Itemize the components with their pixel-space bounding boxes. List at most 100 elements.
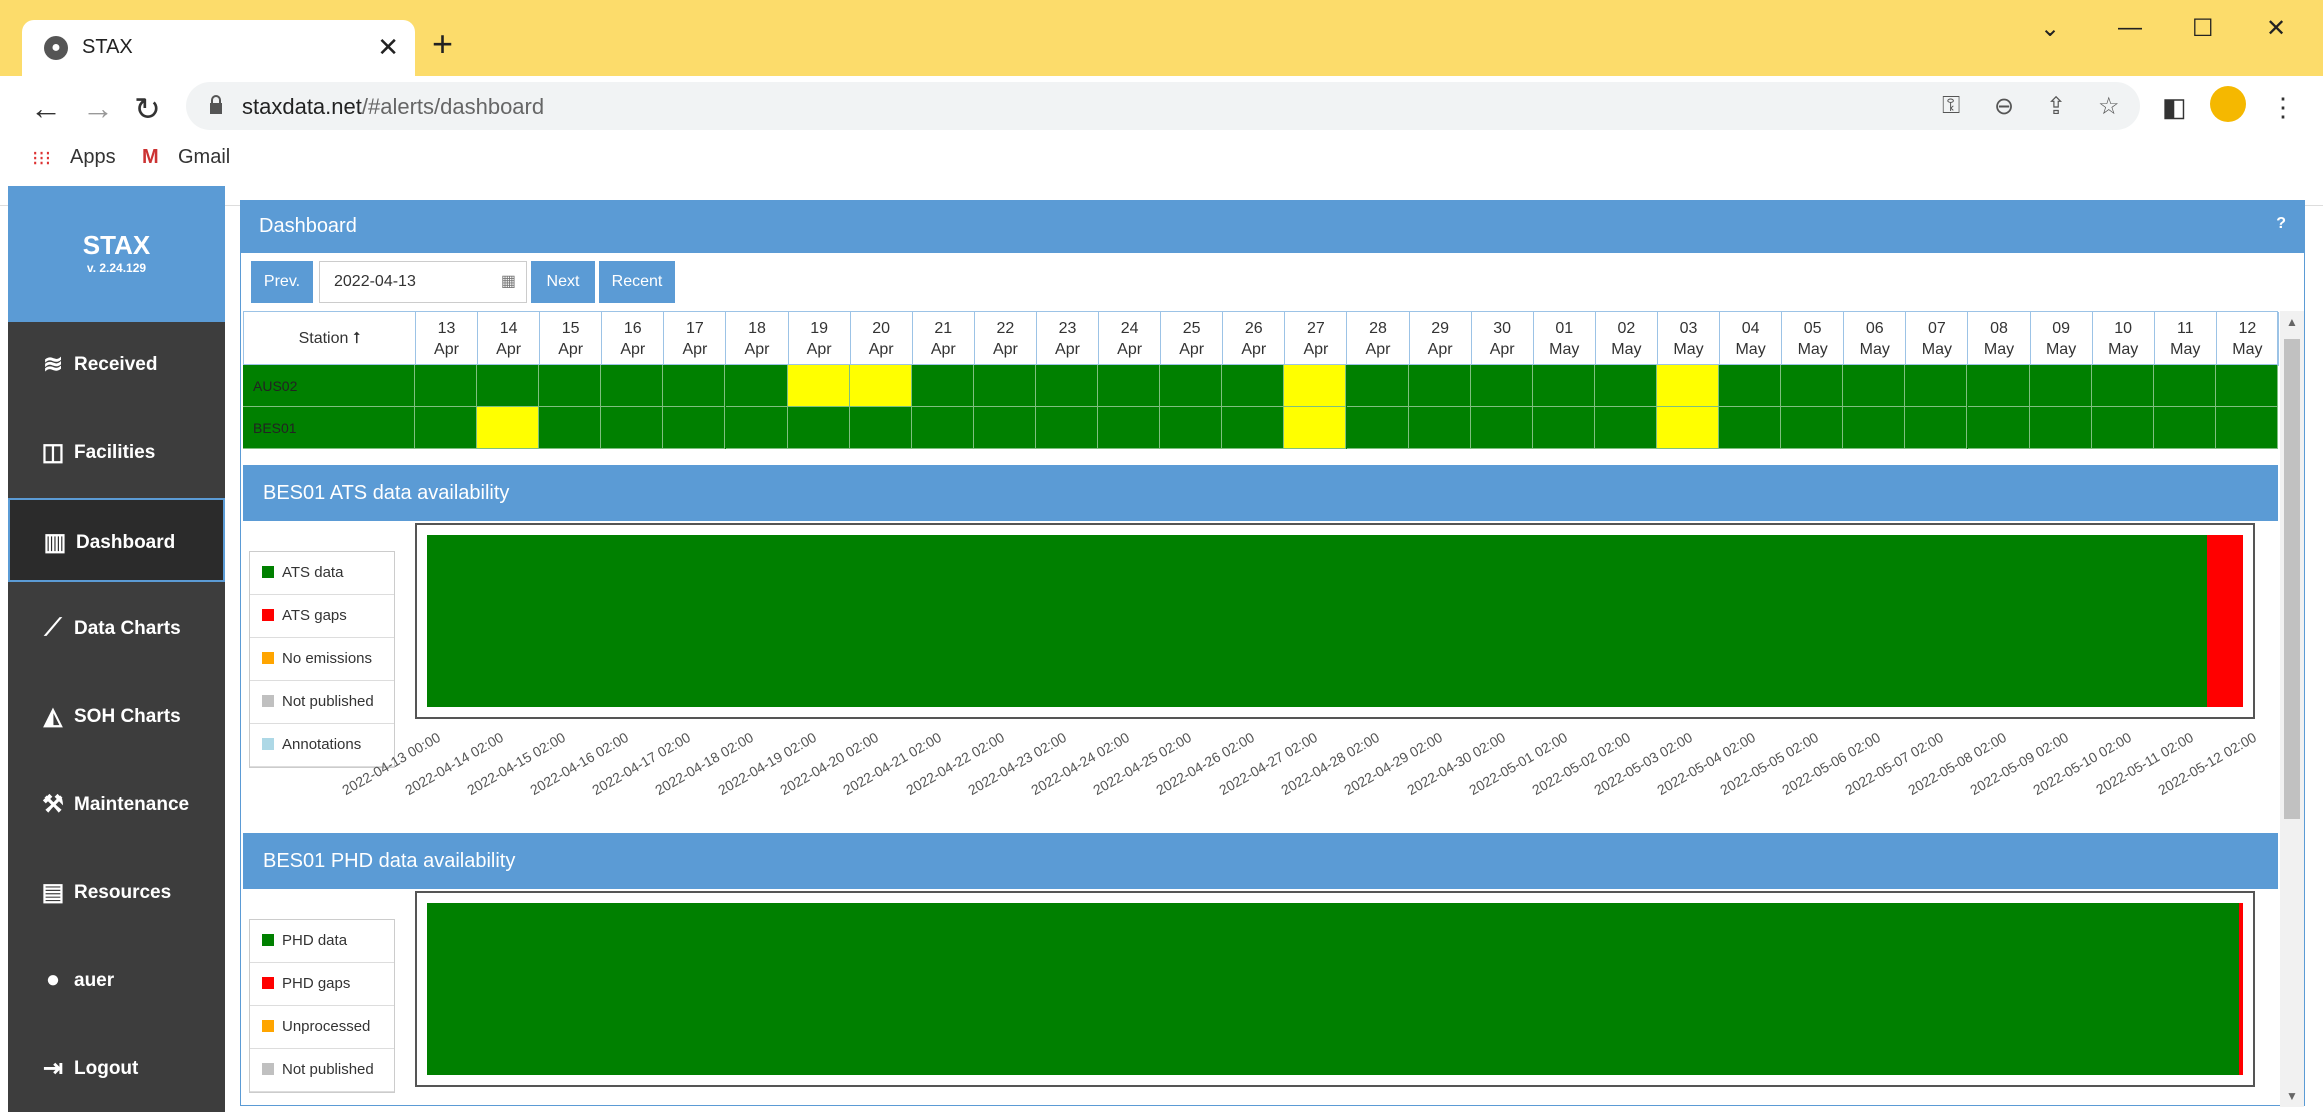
vertical-scrollbar[interactable]: ▲ ▼ [2280,311,2304,1107]
status-cell[interactable] [1967,365,2030,407]
status-cell[interactable] [1657,407,1719,449]
calendar-icon[interactable]: ▦ [501,262,516,302]
status-cell[interactable] [2091,407,2154,449]
date-input[interactable]: 2022-04-13 ▦ [319,261,527,303]
status-cell[interactable] [2029,365,2092,407]
status-cell[interactable] [2215,365,2278,407]
status-cell[interactable] [973,407,1036,449]
status-cell[interactable] [1781,365,1844,407]
bookmark-gmail[interactable]: Gmail [178,146,230,169]
status-cell[interactable] [1594,365,1657,407]
sidebar-item-facilities[interactable]: ◫ Facilities [8,410,225,494]
sidebar-item-data-charts[interactable]: ⟋ Data Charts [8,586,225,670]
next-button[interactable]: Next [531,261,595,303]
sidebar-item-logout[interactable]: ⇥ Logout [8,1026,225,1110]
status-cell[interactable] [1036,407,1098,449]
status-cell[interactable] [663,407,726,449]
status-cell[interactable] [1284,407,1347,449]
status-cell[interactable] [1222,365,1285,407]
status-cell[interactable] [1470,407,1533,449]
status-cell[interactable] [1346,365,1409,407]
station-column-header[interactable]: Station ⭡ [244,312,416,366]
menu-icon[interactable]: ⋮ [2270,92,2296,123]
scroll-thumb[interactable] [2284,339,2300,819]
status-cell[interactable] [1843,407,1906,449]
status-cell[interactable] [601,365,664,407]
minimize-button[interactable]: — [2118,14,2142,42]
status-cell[interactable] [1098,407,1161,449]
legend-item[interactable]: Not published [250,681,394,724]
status-cell[interactable] [1098,365,1161,407]
legend-item[interactable]: Unprocessed [250,1006,394,1049]
recent-button[interactable]: Recent [599,261,675,303]
status-cell[interactable] [1719,407,1782,449]
status-cell[interactable] [1905,365,1968,407]
status-cell[interactable] [2029,407,2092,449]
status-cell[interactable] [1036,365,1098,407]
status-cell[interactable] [1470,365,1533,407]
back-icon[interactable]: ← [30,90,62,127]
status-cell[interactable] [1160,407,1223,449]
status-cell[interactable] [1532,407,1595,449]
status-cell[interactable] [849,407,912,449]
status-cell[interactable] [2091,365,2154,407]
status-cell[interactable] [539,407,602,449]
status-cell[interactable] [787,407,850,449]
status-cell[interactable] [477,407,540,449]
forward-icon[interactable]: → [82,90,114,127]
status-cell[interactable] [973,365,1036,407]
prev-button[interactable]: Prev. [251,261,313,303]
status-cell[interactable] [1160,365,1223,407]
legend-item[interactable]: ATS data [250,552,394,595]
legend-item[interactable]: No emissions [250,638,394,681]
status-cell[interactable] [1222,407,1285,449]
status-cell[interactable] [849,365,912,407]
status-cell[interactable] [2153,365,2216,407]
reload-icon[interactable]: ↻ [134,90,161,128]
close-window-button[interactable]: ✕ [2266,14,2286,43]
profile-avatar[interactable] [2210,86,2246,122]
sidebar-item-received[interactable]: ≋ Received [8,322,225,406]
status-cell[interactable] [1657,365,1719,407]
legend-item[interactable]: Not published [250,1049,394,1092]
maximize-button[interactable]: ☐ [2192,14,2214,43]
help-icon[interactable]: ? [2276,215,2286,233]
legend-item[interactable]: PHD data [250,920,394,963]
status-cell[interactable] [1408,365,1471,407]
new-tab-button[interactable]: + [432,26,453,62]
status-cell[interactable] [1408,407,1471,449]
status-cell[interactable] [415,407,477,449]
status-cell[interactable] [725,365,788,407]
station-name[interactable]: AUS02 [243,365,415,407]
share-icon[interactable]: ⇪ [2046,92,2066,121]
key-icon[interactable]: ⚿ [1942,92,1960,120]
status-cell[interactable] [539,365,602,407]
legend-item[interactable]: Annotations [250,724,394,767]
close-tab-icon[interactable]: ✕ [377,32,399,63]
status-cell[interactable] [2153,407,2216,449]
browser-tab[interactable]: ● STAX ✕ [22,20,415,76]
address-bar[interactable]: staxdata.net/#alerts/dashboard ⚿ ⊖ ⇪ ☆ [186,82,2140,130]
bookmark-apps[interactable]: Apps [70,146,116,169]
status-cell[interactable] [601,407,664,449]
status-cell[interactable] [1719,365,1782,407]
sidebar-item-resources[interactable]: ▤ Resources [8,850,225,934]
sidebar-item-soh-charts[interactable]: ◭ SOH Charts [8,674,225,758]
sidebar-item-maintenance[interactable]: ⚒ Maintenance [8,762,225,846]
status-cell[interactable] [1967,407,2030,449]
status-cell[interactable] [1843,365,1906,407]
status-cell[interactable] [2215,407,2278,449]
legend-item[interactable]: PHD gaps [250,963,394,1006]
status-cell[interactable] [663,365,726,407]
chevron-down-icon[interactable]: ⌄ [2040,14,2060,43]
status-cell[interactable] [1532,365,1595,407]
status-cell[interactable] [911,365,974,407]
side-panel-icon[interactable]: ◧ [2162,92,2187,123]
status-cell[interactable] [1594,407,1657,449]
status-cell[interactable] [1284,365,1347,407]
zoom-out-icon[interactable]: ⊖ [1994,92,2014,121]
status-cell[interactable] [725,407,788,449]
station-name[interactable]: BES01 [243,407,415,449]
status-cell[interactable] [1781,407,1844,449]
status-cell[interactable] [911,407,974,449]
